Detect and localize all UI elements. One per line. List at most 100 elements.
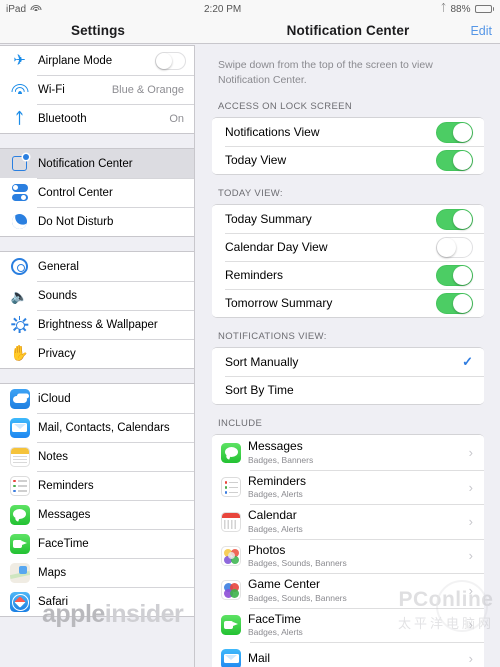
sidebar-item-mail-contacts-calendars[interactable]: Mail, Contacts, Calendars xyxy=(0,413,194,442)
app-subtitle: Badges, Alerts xyxy=(248,627,303,638)
include-row-game-center[interactable]: Game Center Badges, Sounds, Banners › xyxy=(212,573,484,608)
today-summary-toggle[interactable] xyxy=(436,208,473,230)
sidebar-item-label: Safari xyxy=(38,595,69,608)
intro-text: Swipe down from the top of the screen to… xyxy=(218,59,433,87)
airplane-icon: ✈ xyxy=(13,52,26,69)
app-subtitle: Badges, Sounds, Banners xyxy=(248,592,347,603)
detail-navbar: Notification Center Edit xyxy=(196,18,500,44)
sidebar-item-messages[interactable]: Messages xyxy=(0,500,194,529)
sidebar-item-general[interactable]: General xyxy=(0,252,194,281)
section-header-today-view: TODAY VIEW: xyxy=(218,188,283,200)
row-label: Notifications View xyxy=(225,125,320,140)
sidebar-item-label: Control Center xyxy=(38,186,113,199)
mail-icon xyxy=(221,648,241,667)
sidebar-group-centers: Notification Center Control Center Do No… xyxy=(0,148,194,237)
icloud-icon xyxy=(9,388,30,409)
include-row-calendar[interactable]: Calendar Badges, Alerts › xyxy=(212,504,484,539)
include-row-facetime[interactable]: FaceTime Badges, Alerts › xyxy=(212,607,484,643)
reminders-icon xyxy=(9,475,30,496)
mail-icon xyxy=(9,417,30,438)
sidebar-item-control-center[interactable]: Control Center xyxy=(0,178,194,207)
sidebar-item-facetime[interactable]: FaceTime xyxy=(0,529,194,558)
include-row-reminders[interactable]: Reminders Badges, Alerts › xyxy=(212,469,484,505)
app-title: Reminders xyxy=(248,473,307,488)
chevron-right-icon: › xyxy=(468,617,473,633)
sidebar-item-icloud[interactable]: iCloud xyxy=(0,384,194,413)
include-row-photos[interactable]: Photos Badges, Sounds, Banners › xyxy=(212,538,484,574)
notification-center-detail[interactable]: Swipe down from the top of the screen to… xyxy=(196,45,500,667)
row-today-summary[interactable]: Today Summary xyxy=(212,205,484,234)
settings-sidebar[interactable]: ✈ Airplane Mode Wi-Fi Blue & Orange ᛏ Bl… xyxy=(0,45,195,667)
edit-button[interactable]: Edit xyxy=(470,24,492,38)
facetime-icon xyxy=(221,614,241,635)
row-label: Today Summary xyxy=(225,212,312,227)
chevron-right-icon: › xyxy=(468,582,473,598)
sidebar-item-label: Reminders xyxy=(38,479,94,492)
row-label: Today View xyxy=(225,153,287,168)
sidebar-navbar: Settings xyxy=(0,18,196,44)
sidebar-item-label: Brightness & Wallpaper xyxy=(38,318,158,331)
sidebar-item-label: Notes xyxy=(38,450,69,463)
sidebar-item-brightness-wallpaper[interactable]: Brightness & Wallpaper xyxy=(0,310,194,339)
sidebar-item-reminders[interactable]: Reminders xyxy=(0,471,194,500)
calendar-day-view-toggle[interactable] xyxy=(436,236,473,258)
row-sort-manually[interactable]: Sort Manually ✓ xyxy=(212,348,484,377)
hand-icon: ✋ xyxy=(10,345,29,362)
sidebar-item-label: Maps xyxy=(38,566,67,579)
sidebar-item-label: Sounds xyxy=(38,289,78,302)
sidebar-item-label: Privacy xyxy=(38,347,76,360)
include-row-mail[interactable]: Mail › xyxy=(212,642,484,667)
notifications-view-toggle[interactable] xyxy=(436,121,473,143)
status-bar: iPad 2:20 PM ᛏ 88% xyxy=(0,0,500,18)
sidebar-item-airplane-mode[interactable]: ✈ Airplane Mode xyxy=(0,46,194,75)
row-tomorrow-summary[interactable]: Tomorrow Summary xyxy=(212,289,484,318)
sidebar-group-system: General 🔈 Sounds Brightness & Wallpaper … xyxy=(0,251,194,369)
app-title: Calendar xyxy=(248,508,297,523)
row-sort-by-time[interactable]: Sort By Time xyxy=(212,376,484,405)
airplane-mode-toggle[interactable] xyxy=(155,51,186,70)
row-today-view[interactable]: Today View xyxy=(212,146,484,175)
sidebar-item-do-not-disturb[interactable]: Do Not Disturb xyxy=(0,207,194,236)
sidebar-item-label: Mail, Contacts, Calendars xyxy=(38,421,170,434)
chevron-right-icon: › xyxy=(468,651,473,667)
notification-center-icon xyxy=(9,153,30,174)
checkmark-icon: ✓ xyxy=(462,354,473,370)
device-label: iPad xyxy=(6,3,27,15)
calendar-icon xyxy=(221,511,241,532)
control-center-icon xyxy=(9,182,30,203)
status-bar-right: ᛏ 88% xyxy=(306,4,500,15)
app-title: Game Center xyxy=(248,577,321,592)
chevron-right-icon: › xyxy=(468,514,473,530)
section-header-notifications-view: NOTIFICATIONS VIEW: xyxy=(218,331,327,343)
row-label: Tomorrow Summary xyxy=(225,296,333,311)
sidebar-item-maps[interactable]: Maps xyxy=(0,558,194,587)
game-center-icon xyxy=(221,580,241,601)
app-subtitle: Badges, Sounds, Banners xyxy=(248,558,347,569)
reminders-toggle[interactable] xyxy=(436,264,473,286)
sidebar-item-wifi[interactable]: Wi-Fi Blue & Orange xyxy=(0,75,194,104)
sidebar-item-privacy[interactable]: ✋ Privacy xyxy=(0,339,194,368)
sidebar-item-bluetooth[interactable]: ᛏ Bluetooth On xyxy=(0,104,194,133)
today-view-toggle[interactable] xyxy=(436,149,473,171)
bluetooth-value: On xyxy=(169,112,184,125)
sidebar-item-sounds[interactable]: 🔈 Sounds xyxy=(0,281,194,310)
maps-icon xyxy=(9,562,30,583)
include-row-messages[interactable]: Messages Badges, Banners › xyxy=(212,435,484,470)
safari-icon xyxy=(9,591,30,612)
app-title: Photos xyxy=(248,542,286,557)
wifi-icon xyxy=(9,79,30,100)
sidebar-item-label: Messages xyxy=(38,508,91,521)
row-calendar-day-view[interactable]: Calendar Day View xyxy=(212,233,484,262)
row-notifications-view[interactable]: Notifications View xyxy=(212,118,484,147)
chevron-right-icon: › xyxy=(468,445,473,461)
sidebar-item-safari[interactable]: Safari xyxy=(0,587,194,616)
chevron-right-icon: › xyxy=(468,548,473,564)
notes-icon xyxy=(9,446,30,467)
sidebar-item-notes[interactable]: Notes xyxy=(0,442,194,471)
tomorrow-summary-toggle[interactable] xyxy=(436,292,473,314)
sidebar-item-notification-center[interactable]: Notification Center xyxy=(0,149,194,178)
row-reminders[interactable]: Reminders xyxy=(212,261,484,290)
ipad-settings-screen: iPad 2:20 PM ᛏ 88% Settings Notification… xyxy=(0,0,500,667)
bluetooth-icon: ᛏ xyxy=(440,3,447,14)
